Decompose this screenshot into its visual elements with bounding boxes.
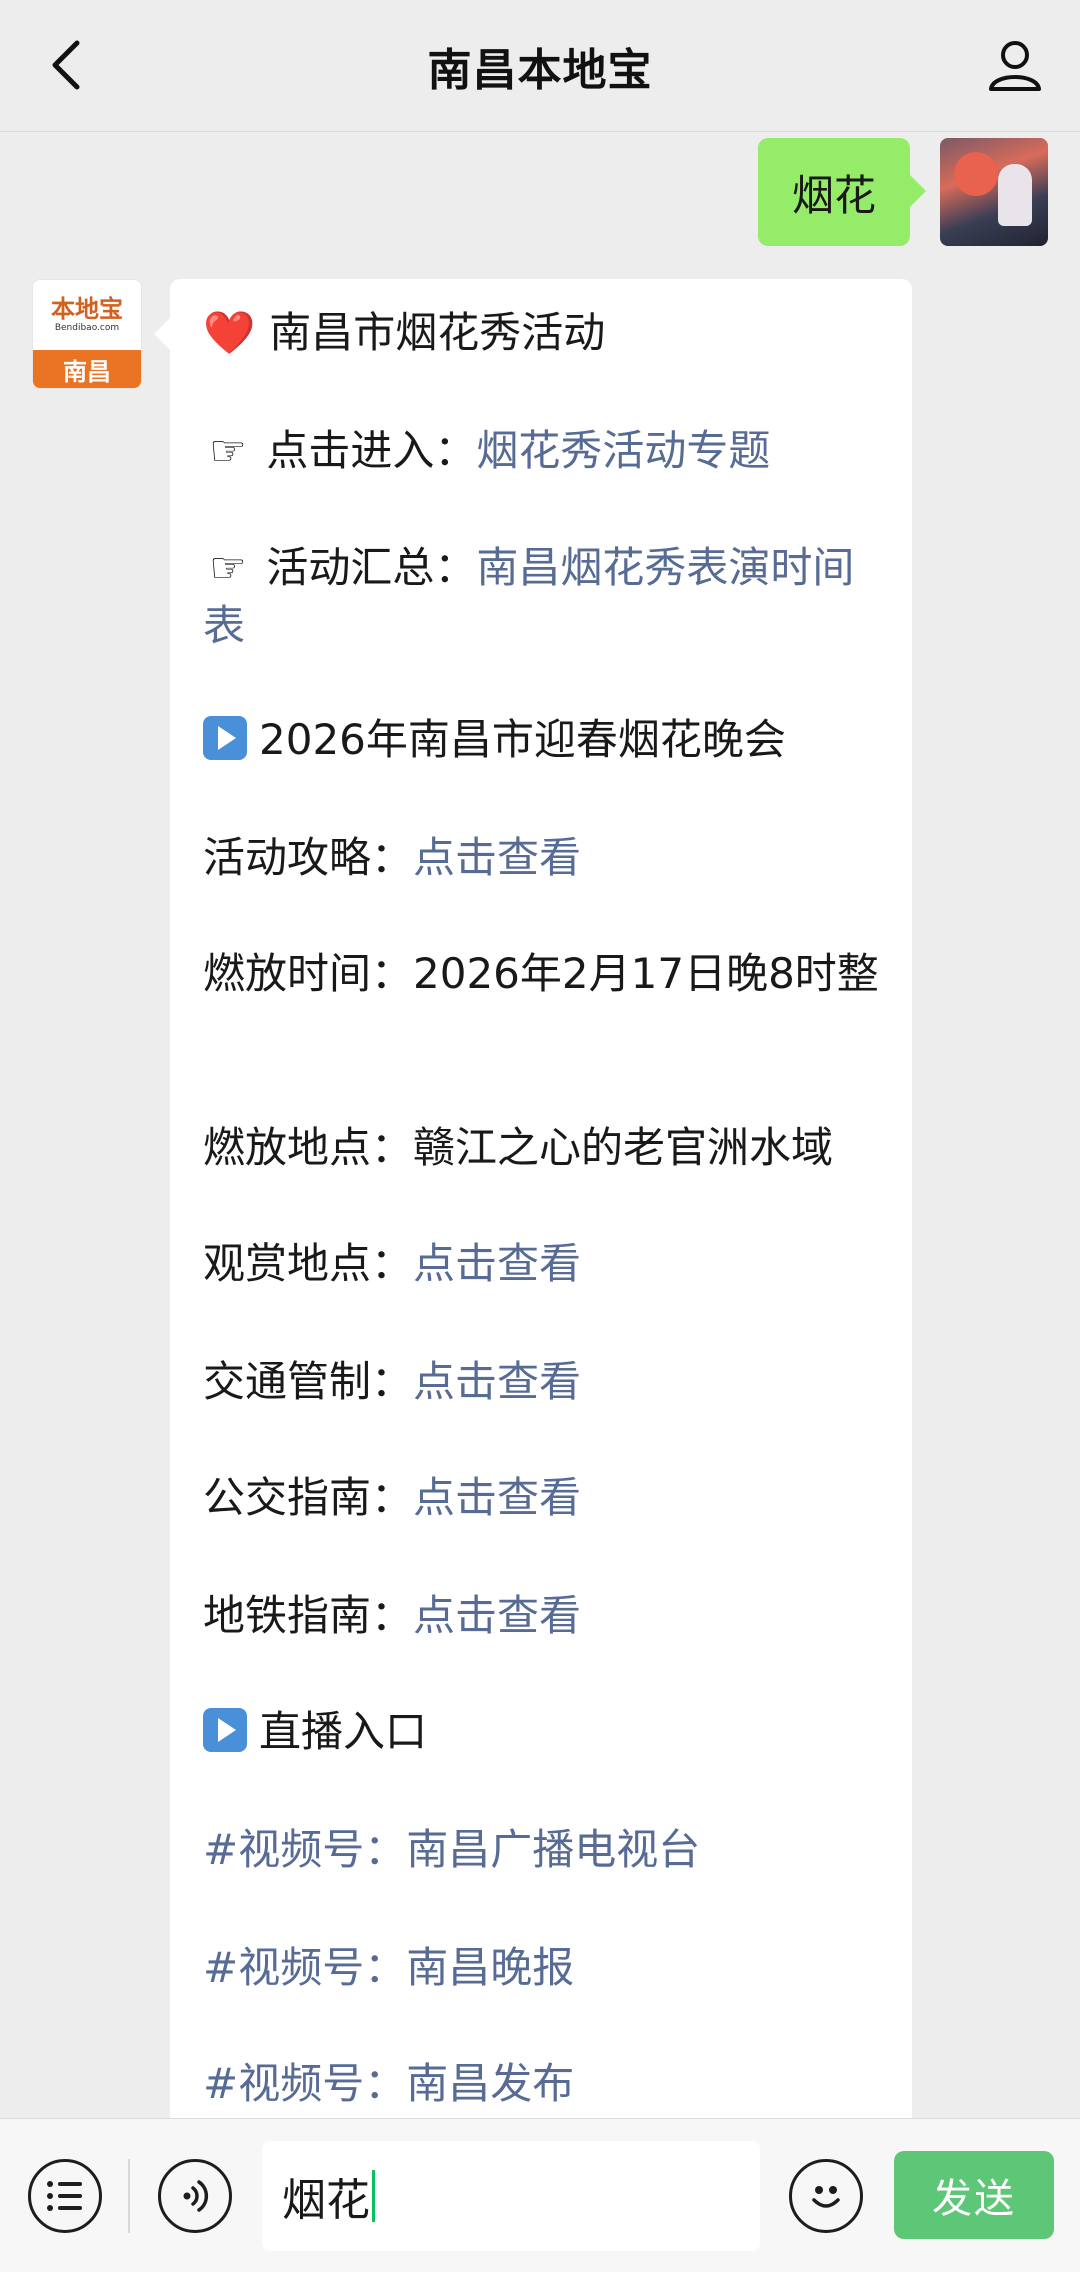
bus-line: 公交指南：点击查看 [203,1473,582,1522]
channel-link-tv[interactable]: #视频号：南昌广播电视台 [203,1821,883,1879]
time-value: 2026年2月17日晚8时整 [413,949,879,998]
play-icon [203,1708,247,1752]
text-caret [372,2170,375,2222]
avatar-url-text: Bendibao.com [54,323,120,333]
view-line: 观赏地点：点击查看 [203,1239,582,1288]
channel-link-evening-news[interactable]: #视频号：南昌晚报 [203,1939,883,1997]
section-title-live: 直播入口 [203,1703,883,1761]
message-input[interactable]: 烟花 [262,2141,760,2251]
message-input-value: 烟花 [282,2175,370,2226]
headline: ❤️ 南昌市烟花秀活动 [203,308,606,357]
send-button[interactable]: 发送 [894,2151,1054,2239]
play-icon [203,716,247,760]
outgoing-message-text: 烟花 [791,170,876,220]
chat-title: 南昌本地宝 [427,44,653,96]
traffic-line: 交通管制：点击查看 [203,1357,582,1406]
avatar-city-text: 南昌 [33,350,141,388]
metro-link[interactable]: 点击查看 [413,1591,581,1640]
entry-link[interactable]: 烟花秀活动专题 [476,426,770,475]
emoji-icon[interactable] [789,2159,863,2233]
heart-icon: ❤️ [203,308,256,357]
summary-line: ☞ 活动汇总：南昌烟花秀表演时间表 [203,539,883,655]
place-line: 燃放地点：赣江之心的老官洲水域 [203,1123,834,1172]
traffic-link[interactable]: 点击查看 [413,1357,581,1406]
list-menu-icon[interactable] [28,2159,102,2233]
person-icon[interactable] [980,30,1050,100]
pointing-hand-icon: ☞ [209,426,247,475]
section-title-gala: 2026年南昌市迎春烟花晚会 [203,711,883,769]
incoming-message-bubble: ❤️ 南昌市烟花秀活动 ☞ 点击进入：烟花秀活动专题 ☞ 活动汇总：南昌烟花秀表演… [154,279,912,2129]
outgoing-message-row: 烟花 [757,138,1048,246]
input-bar: 烟花 发送 [0,2118,1080,2272]
toolbar-divider [128,2159,130,2233]
guide-line: 活动攻略：点击查看 [203,833,582,882]
time-line: 燃放时间：2026年2月17日晚8时整 [203,949,879,998]
metro-line: 地铁指南：点击查看 [203,1591,582,1640]
outgoing-message-bubble[interactable]: 烟花 [757,138,927,246]
voice-icon[interactable] [158,2159,232,2233]
pointing-hand-icon: ☞ [209,543,247,592]
entry-line: ☞ 点击进入：烟花秀活动专题 [203,422,883,480]
top-nav-bar: 南昌本地宝 [0,0,1080,132]
view-link[interactable]: 点击查看 [413,1239,581,1288]
bus-link[interactable]: 点击查看 [413,1473,581,1522]
place-value: 赣江之心的老官洲水域 [413,1123,834,1172]
guide-link[interactable]: 点击查看 [413,833,581,882]
bot-avatar[interactable]: 本地宝 Bendibao.com 南昌 [32,279,142,389]
avatar-brand-text: 本地宝 [51,295,123,323]
channel-link-release[interactable]: #视频号：南昌发布 [203,2055,883,2113]
chevron-left-icon[interactable] [32,30,102,100]
user-avatar[interactable] [940,138,1048,246]
